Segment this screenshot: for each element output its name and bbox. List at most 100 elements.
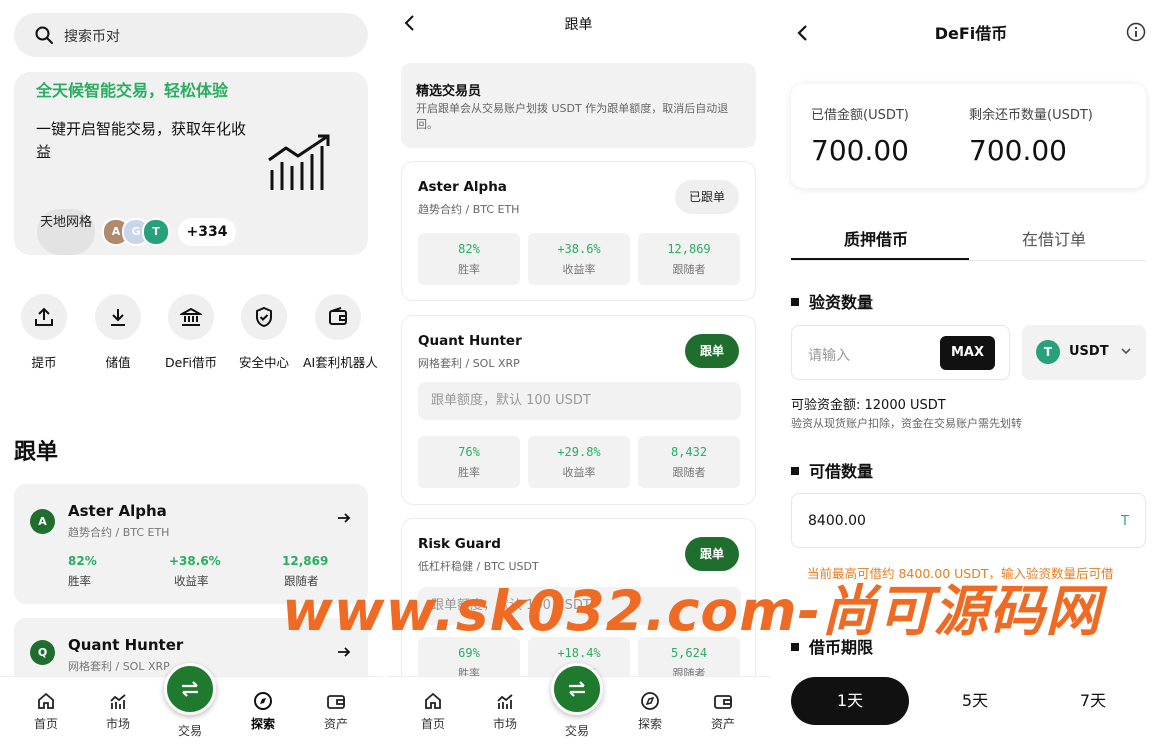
period-selector: 1天 5天 7天 [791,677,1146,725]
borrow-title: 可借数量 [809,462,874,481]
quick-action-label: 安全中心 [238,355,289,370]
tab-collateral-borrow[interactable]: 质押借币 [844,226,908,250]
nav-assets[interactable]: 资产 [698,691,748,732]
section-heading: 可借数量 [791,458,873,482]
nav-explore[interactable]: 探索 [625,691,675,732]
stat-return: +38.6% 收益率 [528,233,630,285]
search-icon [35,26,53,44]
quick-action-withdraw[interactable]: 提币 [9,294,79,371]
nav-market[interactable]: 市场 [480,691,530,732]
remaining-value: 700.00 [969,134,1067,167]
trader-strategy: 趋势合约 / BTC ETH [68,526,170,539]
nav-assets[interactable]: 资产 [311,691,361,732]
following-button[interactable]: 已跟单 [675,180,739,214]
follow-button[interactable]: 跟单 [685,334,739,368]
follow-button[interactable]: 跟单 [685,537,739,571]
swap-icon [182,681,198,697]
verify-amount-input[interactable]: 请输入 MAX [791,325,1010,380]
trader-name: Quant Hunter [418,333,522,349]
follow-amount-input[interactable]: 跟单额度，默认 100 USDT [418,382,741,420]
nav-home[interactable]: 首页 [408,691,458,732]
quick-action-defi-borrow[interactable]: DeFi借币 [156,294,226,371]
win-rate-label: 胜率 [458,466,480,479]
max-button[interactable]: MAX [940,336,995,370]
trade-fab-button[interactable] [551,663,603,715]
period-option[interactable]: 1天 [791,677,909,725]
swap-icon [569,681,585,697]
win-rate-value: 76% [458,445,480,459]
return-value: +38.6% [557,242,601,256]
loan-summary-card: 已借金额(USDT) 700.00 剩余还币数量(USDT) 700.00 [791,84,1146,188]
win-rate-value: 82% [458,242,480,256]
quick-action-security[interactable]: 安全中心 [229,294,299,371]
quick-action-label: 提币 [31,355,57,370]
verify-title: 验资数量 [809,293,874,312]
chevron-down-icon [1121,348,1131,355]
page-title: 跟单 [564,17,593,33]
borrowed-label: 已借金额(USDT) [811,108,909,123]
quick-action-label: AI套利机器人 [303,355,378,370]
search-placeholder: 搜索币对 [64,29,120,45]
period-title: 借币期限 [809,638,874,657]
follow-amount-input[interactable]: 跟单额度，默认 100 USDT [418,587,741,625]
nav-label: 探索 [250,717,275,731]
trader-strategy: 网格套利 / SOL XRP [68,660,170,673]
shield-icon [256,306,272,328]
nav-explore[interactable]: 探索 [238,691,288,732]
followers-label: 跟随者 [672,263,706,276]
coin-selector[interactable]: T USDT [1022,325,1146,380]
section-heading: 借币期限 [791,634,873,658]
trader-strategy: 网格套利 / SOL XRP [418,357,520,370]
borrow-amount-field[interactable]: 8400.00 T [791,493,1146,548]
nav-label: 市场 [105,717,130,731]
borrow-limit-warning: 当前最高可借约 8400.00 USDT，输入验资数量后可借 [807,566,1114,581]
nav-label[interactable]: 交易 [552,722,602,739]
trader-card[interactable]: A Aster Alpha 趋势合约 / BTC ETH 82% 胜率 +38.… [14,484,368,604]
followers-value: 12,869 [282,554,329,568]
arrow-right-icon[interactable] [336,510,352,526]
nav-label: 市场 [492,717,517,731]
avatar: A [30,509,55,534]
info-icon[interactable] [1126,22,1146,42]
stat-win-rate: 76% 胜率 [418,436,520,488]
trader-strategy: 趋势合约 / BTC ETH [418,203,520,216]
remaining-label: 剩余还币数量(USDT) [969,108,1093,123]
quick-action-ai-bot[interactable]: AI套利机器人 [303,294,378,371]
search-bar[interactable]: 搜索币对 [14,13,368,57]
followers-label: 跟随者 [672,466,706,479]
period-option[interactable]: 5天 [916,677,1034,725]
followers-value: 12,869 [667,242,711,256]
coin-name: USDT [1069,344,1109,359]
arrow-right-icon[interactable] [336,644,352,660]
nav-label[interactable]: 交易 [165,722,215,739]
nav-label: 首页 [420,717,445,731]
tab-active-orders[interactable]: 在借订单 [1022,226,1086,250]
trade-fab-button[interactable] [164,663,216,715]
borrowed-value: 700.00 [811,134,909,167]
wallet-icon [714,695,732,709]
trader-card: Quant Hunter 网格套利 / SOL XRP 跟单 跟单额度，默认 1… [401,315,756,505]
notice-card: 精选交易员 开启跟单会从交易账户划拨 USDT 作为跟单额度，取消后自动退回。 [401,63,756,148]
available-balance: 可验资金额: 12000 USDT [791,398,946,413]
market-chart-icon [497,694,513,709]
win-rate-value: 69% [458,646,480,660]
page-title: DeFi借币 [934,24,1008,43]
participant-count: +334 [178,218,236,246]
quick-action-deposit[interactable]: 储值 [83,294,153,371]
borrow-amount-value: 8400.00 [808,513,866,529]
market-chart-icon [110,694,126,709]
avatar: Q [30,640,55,665]
nav-label: 资产 [323,717,348,731]
nav-home[interactable]: 首页 [21,691,71,732]
stat-win-rate: 82% 胜率 [418,233,520,285]
explore-screen: 搜索币对 全天候智能交易，轻松体验 一键开启智能交易，获取年化收益 天地网格 A… [0,0,383,746]
tab-divider [791,260,1146,261]
nav-label: 资产 [710,717,735,731]
win-rate-label: 胜率 [68,574,91,588]
nav-market[interactable]: 市场 [93,691,143,732]
period-option[interactable]: 7天 [1034,677,1152,725]
avatar: T [142,218,170,246]
growth-chart-icon [268,134,330,190]
download-icon [111,309,125,326]
home-icon [38,692,54,709]
